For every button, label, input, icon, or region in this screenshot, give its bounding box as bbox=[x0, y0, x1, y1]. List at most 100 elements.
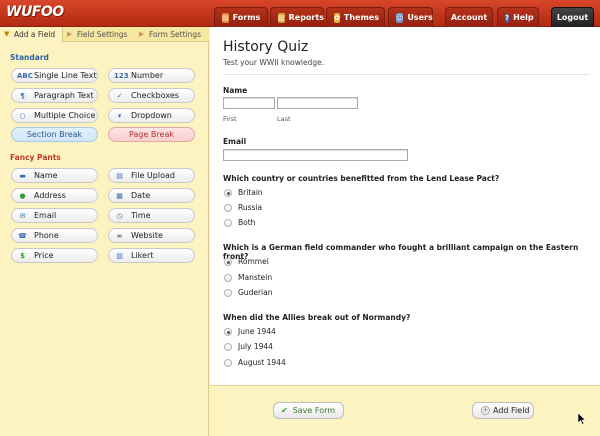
nav-users-label: Users bbox=[407, 13, 433, 22]
button-label: Section Break bbox=[26, 130, 83, 139]
radio-button[interactable] bbox=[224, 203, 232, 212]
first-name-input[interactable] bbox=[223, 97, 275, 109]
top-bar: WUFOO ▤ Forms ▥ Reports ✿ Themes ☺ Users… bbox=[0, 0, 600, 27]
radio-option[interactable]: Both bbox=[224, 218, 255, 227]
option-label: July 1944 bbox=[238, 342, 273, 351]
add-number-button[interactable]: 123 Number bbox=[108, 68, 195, 83]
plus-icon: + bbox=[481, 406, 490, 415]
add-multiple-choice-button[interactable]: ○ Multiple Choice bbox=[11, 108, 98, 123]
tab-field-settings[interactable]: ▶ Field Settings bbox=[63, 27, 135, 42]
nav-themes[interactable]: ✿ Themes bbox=[326, 7, 385, 27]
add-paragraph-text-button[interactable]: ¶ Paragraph Text bbox=[11, 88, 98, 103]
form-title[interactable]: History Quiz bbox=[223, 39, 308, 55]
add-field-label: Add Field bbox=[493, 406, 530, 415]
nav-forms-label: Forms bbox=[232, 13, 261, 22]
last-name-input[interactable] bbox=[277, 97, 358, 109]
button-label: Paragraph Text bbox=[34, 91, 94, 100]
add-name-button[interactable]: ▬ Name bbox=[11, 168, 98, 183]
add-field-button[interactable]: + Add Field bbox=[472, 402, 534, 419]
radio-button[interactable] bbox=[224, 257, 232, 266]
reports-icon: ▥ bbox=[278, 12, 285, 23]
button-label: Page Break bbox=[129, 130, 174, 139]
button-label: Single Line Text bbox=[34, 71, 97, 80]
save-form-button[interactable]: ✔ Save Form bbox=[273, 402, 344, 419]
add-section-break-button[interactable]: Section Break bbox=[11, 127, 98, 142]
add-likert-button[interactable]: ▥ Likert bbox=[108, 248, 195, 263]
button-label: Address bbox=[34, 191, 66, 200]
button-label: Phone bbox=[34, 231, 59, 240]
first-sublabel: First bbox=[223, 115, 237, 123]
last-sublabel: Last bbox=[277, 115, 291, 123]
radio-option[interactable]: Guderian bbox=[224, 288, 272, 297]
save-form-label: Save Form bbox=[292, 406, 336, 415]
forms-icon: ▤ bbox=[222, 12, 229, 23]
radio-option[interactable]: Manstein bbox=[224, 273, 272, 282]
radio-button[interactable] bbox=[224, 273, 232, 282]
tab-add-a-field-label: Add a Field bbox=[14, 30, 56, 39]
button-label: Name bbox=[34, 171, 58, 180]
help-icon: ? bbox=[505, 12, 510, 23]
add-checkboxes-button[interactable]: ✓ Checkboxes bbox=[108, 88, 195, 103]
radio-option[interactable]: June 1944 bbox=[224, 327, 276, 336]
envelope-icon: ✉ bbox=[19, 211, 26, 220]
divider bbox=[223, 74, 590, 75]
add-phone-button[interactable]: ☎ Phone bbox=[11, 228, 98, 243]
tab-add-a-field[interactable]: ▼ Add a Field bbox=[0, 27, 63, 43]
themes-icon: ✿ bbox=[334, 12, 340, 23]
option-label: June 1944 bbox=[238, 327, 276, 336]
radio-button[interactable] bbox=[224, 358, 232, 367]
text-icon: ABC bbox=[17, 71, 33, 80]
radio-button[interactable] bbox=[224, 288, 232, 297]
nav-account[interactable]: Account bbox=[445, 7, 493, 27]
radio-option[interactable]: Britain bbox=[224, 188, 263, 197]
add-time-button[interactable]: ◷ Time bbox=[108, 208, 195, 223]
dropdown-icon: ▾ bbox=[117, 111, 122, 120]
radio-option[interactable]: July 1944 bbox=[224, 342, 273, 351]
question-label: Which is a German field commander who fo… bbox=[223, 243, 579, 261]
name-card-icon: ▬ bbox=[19, 171, 26, 180]
button-label: Email bbox=[34, 211, 57, 220]
email-input[interactable] bbox=[223, 149, 408, 161]
add-single-line-text-button[interactable]: ABC Single Line Text bbox=[11, 68, 98, 83]
nav-reports[interactable]: ▥ Reports bbox=[270, 7, 324, 27]
button-label: Dropdown bbox=[131, 111, 172, 120]
sidebar-tabs: ▼ Add a Field ▶ Field Settings ▶ Form Se… bbox=[0, 27, 209, 43]
globe-icon: ● bbox=[19, 191, 26, 200]
radio-option[interactable]: Russia bbox=[224, 203, 262, 212]
button-label: Number bbox=[131, 71, 164, 80]
form-description[interactable]: Test your WWII knowledge. bbox=[223, 58, 324, 67]
tab-form-settings[interactable]: ▶ Form Settings bbox=[135, 27, 209, 42]
radio-button[interactable] bbox=[224, 218, 232, 227]
add-page-break-button[interactable]: Page Break bbox=[108, 127, 195, 142]
triangle-down-icon: ▼ bbox=[4, 30, 10, 38]
likert-grid-icon: ▥ bbox=[116, 251, 123, 260]
nav-help[interactable]: ? Help bbox=[497, 7, 539, 27]
money-icon: $ bbox=[20, 251, 25, 260]
nav-logout[interactable]: Logout bbox=[551, 7, 594, 27]
add-email-button[interactable]: ✉ Email bbox=[11, 208, 98, 223]
form-footer: ✔ Save Form + Add Field bbox=[210, 385, 600, 436]
radio-button[interactable] bbox=[224, 188, 232, 197]
option-label: August 1944 bbox=[238, 358, 286, 367]
nav-help-label: Help bbox=[513, 13, 534, 22]
add-date-button[interactable]: ▦ Date bbox=[108, 188, 195, 203]
button-label: Multiple Choice bbox=[34, 111, 96, 120]
add-address-button[interactable]: ● Address bbox=[11, 188, 98, 203]
radio-option[interactable]: August 1944 bbox=[224, 358, 286, 367]
nav-forms[interactable]: ▤ Forms bbox=[214, 7, 268, 27]
radio-button[interactable] bbox=[224, 327, 232, 336]
add-dropdown-button[interactable]: ▾ Dropdown bbox=[108, 108, 195, 123]
checkbox-icon: ✓ bbox=[116, 91, 123, 100]
wufoo-logo[interactable]: WUFOO bbox=[6, 4, 64, 20]
radio-option[interactable]: Rommel bbox=[224, 257, 269, 266]
add-website-button[interactable]: ∞ Website bbox=[108, 228, 195, 243]
add-file-upload-button[interactable]: ▤ File Upload bbox=[108, 168, 195, 183]
option-label: Russia bbox=[238, 203, 263, 212]
radio-button[interactable] bbox=[224, 342, 232, 351]
option-label: Manstein bbox=[238, 273, 273, 282]
question-label: When did the Allies break out of Normand… bbox=[223, 313, 411, 322]
option-label: Britain bbox=[238, 188, 263, 197]
add-price-button[interactable]: $ Price bbox=[11, 248, 98, 263]
question-label: Which country or countries benefitted fr… bbox=[223, 174, 500, 183]
nav-users[interactable]: ☺ Users bbox=[388, 7, 433, 27]
